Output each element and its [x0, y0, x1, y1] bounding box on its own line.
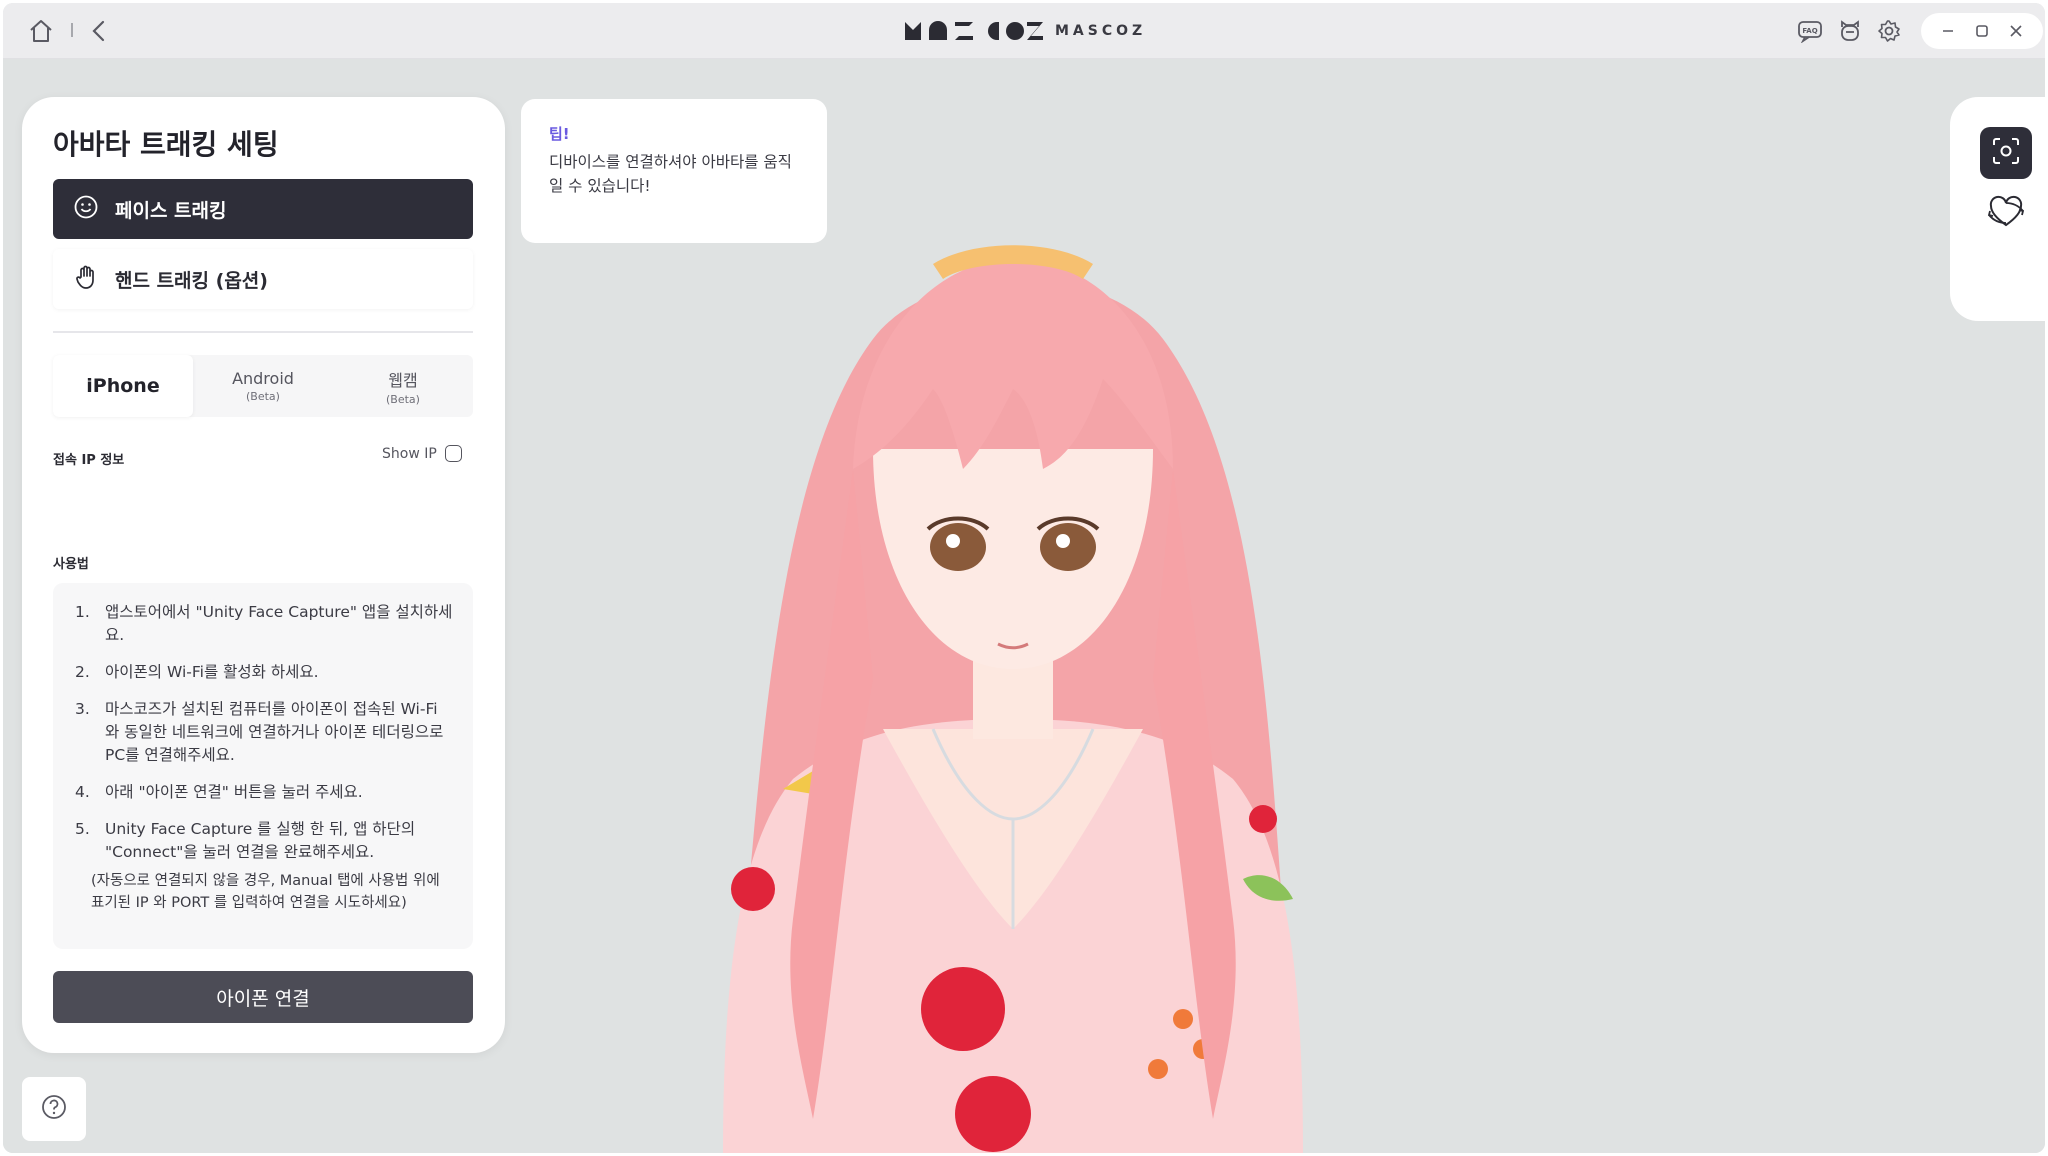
- app-window: MASCOZ FAQ 아바타 트래킹 세팅 페이스 트래킹 핸드 트래킹 (옵션…: [3, 3, 2045, 1153]
- title-bar: MASCOZ FAQ: [3, 3, 2045, 59]
- help-button[interactable]: [22, 1077, 86, 1141]
- usage-instructions: 1. 앱스토어에서 "Unity Face Capture" 앱을 설치하세요. …: [53, 583, 473, 949]
- tip-card: 팁! 디바이스를 연결하셔야 아바타를 움직일 수 있습니다!: [521, 99, 827, 243]
- tip-text: 디바이스를 연결하셔야 아바타를 움직일 수 있습니다!: [549, 153, 792, 195]
- tab-webcam-sub: (Beta): [386, 392, 420, 406]
- face-tracking-label: 페이스 트래킹: [115, 199, 227, 222]
- face-tracking-button[interactable]: 페이스 트래킹: [53, 179, 473, 239]
- usage-note: (자동으로 연결되지 않을 경우, Manual 탭에 사용법 위에 표기된 I…: [91, 873, 440, 911]
- tab-android-sub: (Beta): [246, 390, 280, 403]
- ip-info-label: 접속 IP 정보: [53, 453, 125, 468]
- device-tabs: iPhone Android (Beta) 웹캠 (Beta): [53, 355, 473, 417]
- smile-face-icon: [73, 194, 99, 225]
- right-tool-panel: [1950, 97, 2045, 321]
- hand-tracking-button[interactable]: 핸드 트래킹 (옵션): [53, 249, 473, 309]
- tip-title: 팁!: [549, 125, 570, 143]
- show-ip-toggle[interactable]: Show IP: [382, 445, 462, 462]
- title-separator: [71, 23, 73, 37]
- avatar-illustration: [723, 245, 1303, 1153]
- brand-text: MASCOZ: [1055, 23, 1147, 39]
- tab-webcam[interactable]: 웹캠 (Beta): [333, 355, 473, 417]
- mascot-icon[interactable]: [1836, 17, 1864, 45]
- svg-text:FAQ: FAQ: [1802, 27, 1817, 35]
- tab-android-label: Android: [232, 369, 294, 388]
- avatar-stage: 아바타 트래킹 세팅 페이스 트래킹 핸드 트래킹 (옵션) iPhone An…: [3, 59, 2045, 1153]
- question-icon: [40, 1093, 68, 1125]
- list-item: 2. 아이폰의 Wi-Fi를 활성화 하세요.: [75, 663, 319, 681]
- face-capture-button[interactable]: [1980, 127, 2032, 179]
- list-item: 5. Unity Face Capture 를 실행 한 뒤, 앱 하단의 "Co…: [75, 820, 416, 861]
- tracking-settings-panel: 아바타 트래킹 세팅 페이스 트래킹 핸드 트래킹 (옵션) iPhone An…: [22, 97, 505, 1053]
- list-item: 4. 아래 "아이폰 연결" 버튼을 눌러 주세요.: [75, 783, 363, 801]
- show-ip-checkbox[interactable]: [444, 445, 462, 462]
- show-ip-label: Show IP: [382, 445, 437, 462]
- minimize-icon[interactable]: [1937, 20, 1959, 42]
- tab-iphone-label: iPhone: [86, 375, 160, 397]
- heart-sync-button[interactable]: [1980, 189, 2032, 241]
- hand-tracking-label: 핸드 트래킹 (옵션): [115, 269, 268, 292]
- window-controls: [1921, 13, 2043, 49]
- maximize-icon[interactable]: [1971, 20, 1993, 42]
- heart-refresh-icon: [1986, 195, 2026, 235]
- back-icon[interactable]: [85, 17, 113, 45]
- home-icon[interactable]: [27, 17, 55, 45]
- faq-icon[interactable]: FAQ: [1796, 17, 1824, 45]
- list-item: 1. 앱스토어에서 "Unity Face Capture" 앱을 설치하세요.: [75, 603, 453, 644]
- list-item: 3. 마스코즈가 설치된 컴퓨터를 아이폰이 접속된 Wi-Fi 와 동일한 네트…: [75, 700, 444, 764]
- tab-android[interactable]: Android (Beta): [193, 355, 333, 417]
- settings-gear-icon[interactable]: [1875, 17, 1903, 45]
- tab-iphone[interactable]: iPhone: [53, 355, 193, 417]
- panel-title: 아바타 트래킹 세팅: [53, 128, 279, 161]
- app-logo: MASCOZ: [903, 17, 1146, 45]
- usage-label: 사용법: [53, 557, 89, 572]
- panel-divider: [53, 331, 473, 333]
- focus-scan-icon: [1990, 135, 2022, 171]
- close-icon[interactable]: [2005, 20, 2027, 42]
- tab-webcam-label: 웹캠: [388, 370, 418, 390]
- iphone-connect-button[interactable]: 아이폰 연결: [53, 971, 473, 1023]
- hand-icon: [73, 264, 99, 295]
- logo-mark-icon: [903, 20, 1043, 42]
